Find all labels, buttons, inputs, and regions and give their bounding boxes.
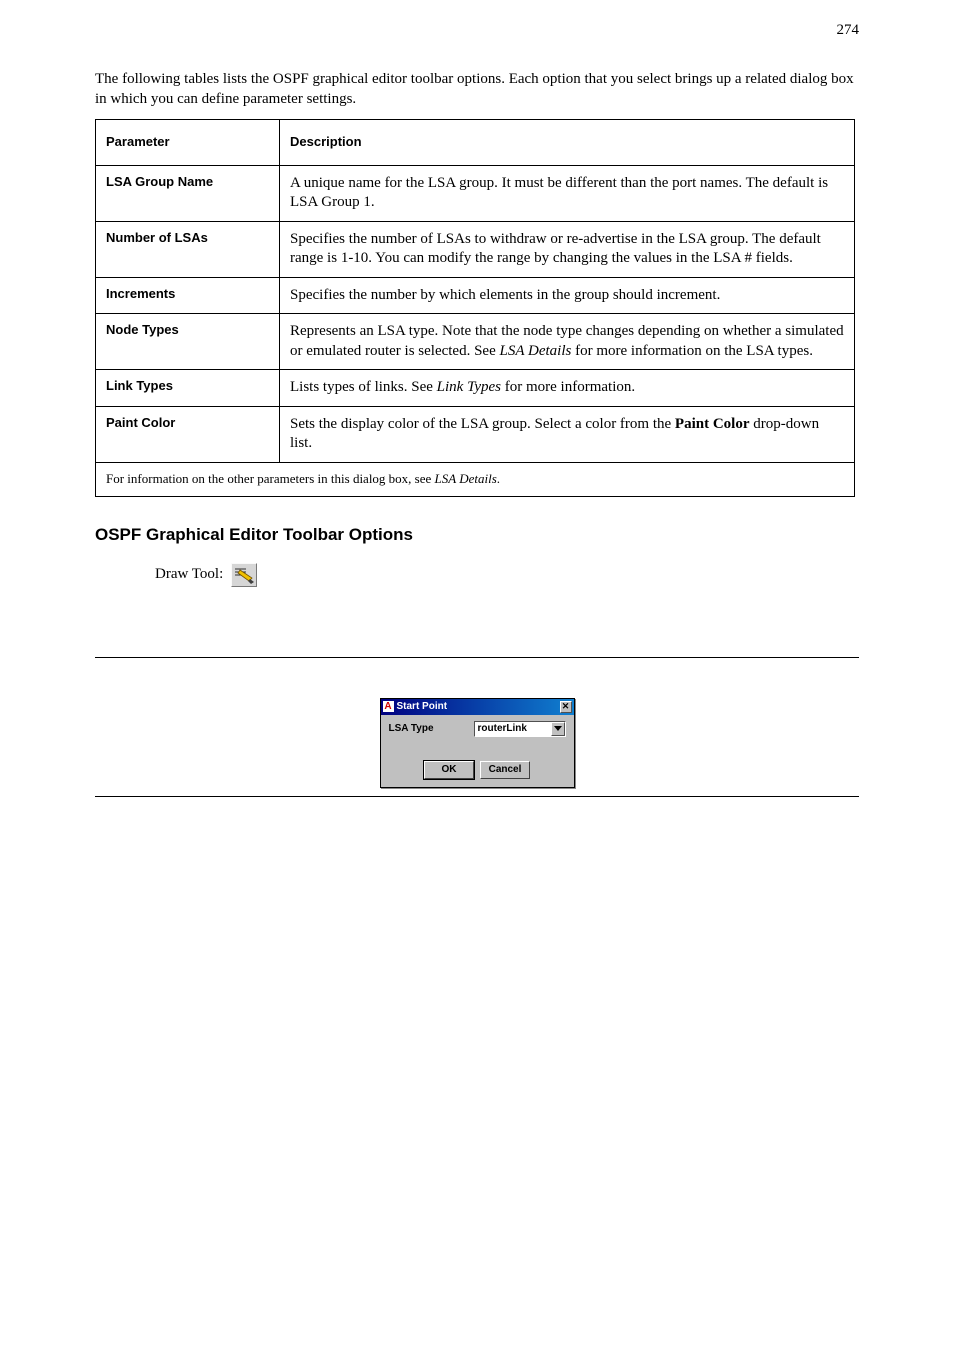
combo-value: routerLink [478, 723, 527, 734]
table-row: Node Types Represents an LSA type. Note … [96, 314, 855, 370]
param-desc: Specifies the number of LSAs to withdraw… [280, 221, 855, 277]
dialog-title: Start Point [397, 701, 448, 712]
chevron-down-icon[interactable] [551, 722, 565, 736]
param-desc: A unique name for the LSA group. It must… [280, 165, 855, 221]
table-row: Link Types Lists types of links. See Lin… [96, 370, 855, 407]
table-note: For information on the other parameters … [96, 462, 855, 496]
param-desc: Lists types of links. See Link Types for… [280, 370, 855, 407]
start-point-dialog: A Start Point ✕ LSA Type routerLink OK C… [380, 698, 575, 788]
app-icon: A [383, 701, 394, 712]
param-desc: Sets the display color of the LSA group.… [280, 406, 855, 462]
table-header-row: Parameter Description [96, 120, 855, 166]
param-name: Paint Color [96, 406, 280, 462]
lsa-type-combobox[interactable]: routerLink [474, 721, 566, 737]
dialog-titlebar: A Start Point ✕ [381, 699, 574, 715]
close-icon[interactable]: ✕ [560, 701, 572, 713]
cancel-button[interactable]: Cancel [480, 761, 530, 779]
section-heading-toolbar-options: OSPF Graphical Editor Toolbar Options [95, 525, 859, 545]
ok-button[interactable]: OK [424, 761, 474, 779]
intro-paragraph: The following tables lists the OSPF grap… [95, 70, 859, 109]
param-desc: Specifies the number by which elements i… [280, 277, 855, 314]
param-name: Number of LSAs [96, 221, 280, 277]
table-row: Paint Color Sets the display color of th… [96, 406, 855, 462]
table-full-row: For information on the other parameters … [96, 462, 855, 496]
parameters-table: Parameter Description LSA Group Name A u… [95, 119, 855, 497]
page-number: 274 [837, 22, 860, 39]
table-row: Number of LSAs Specifies the number of L… [96, 221, 855, 277]
param-name: Link Types [96, 370, 280, 407]
lsa-type-label: LSA Type [389, 723, 434, 734]
param-name: LSA Group Name [96, 165, 280, 221]
table-header-description: Description [280, 120, 855, 166]
draw-tool-icon [231, 563, 257, 587]
table-header-parameter: Parameter [96, 120, 280, 166]
table-row: Increments Specifies the number by which… [96, 277, 855, 314]
param-desc: Represents an LSA type. Note that the no… [280, 314, 855, 370]
draw-tool-label: Draw Tool: [155, 566, 223, 583]
param-name: Increments [96, 277, 280, 314]
table-row: LSA Group Name A unique name for the LSA… [96, 165, 855, 221]
param-name: Node Types [96, 314, 280, 370]
